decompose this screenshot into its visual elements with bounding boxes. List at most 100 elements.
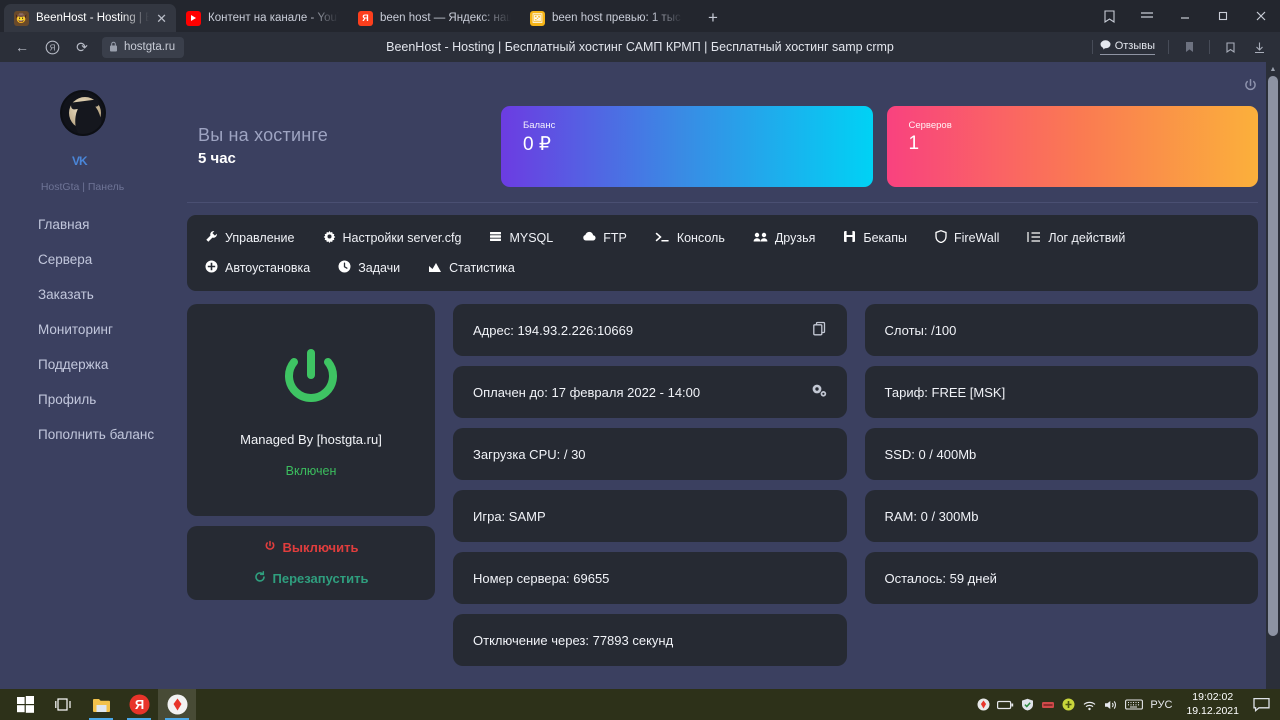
windows-icon[interactable] (6, 689, 44, 720)
restart-label: Перезапустить (272, 571, 369, 586)
collections-icon[interactable] (1217, 35, 1243, 59)
shutdown-label: Выключить (282, 540, 359, 555)
browser-tab-0[interactable]: 🤠 BeenHost - Hosting | Бе ✕ (4, 4, 176, 32)
copy-icon[interactable] (812, 321, 827, 339)
avatar[interactable] (59, 90, 106, 136)
net-icon[interactable] (1041, 699, 1055, 711)
clock-date: 19.12.2021 (1186, 704, 1239, 717)
keyboard-icon[interactable] (1125, 699, 1144, 710)
database-icon (489, 230, 502, 246)
tab-label: Бекапы (863, 231, 907, 245)
minimize-icon[interactable] (1166, 0, 1204, 32)
sidebar-item-topup[interactable]: Пополнить баланс (0, 417, 165, 452)
tab-friends[interactable]: Друзья (739, 223, 830, 253)
tab-server-cfg[interactable]: Настройки server.cfg (309, 223, 476, 253)
yandex-badge-icon[interactable]: Я (38, 35, 66, 59)
maximize-icon[interactable] (1204, 0, 1242, 32)
scroll-up-icon[interactable]: ▲ (1266, 62, 1280, 76)
vk-icon[interactable]: VK (72, 154, 94, 171)
defender-icon[interactable] (1021, 698, 1034, 711)
tab-autoinstall[interactable]: Автоустановка (191, 253, 324, 283)
balance-card[interactable]: Баланс 0 ₽ (501, 105, 873, 187)
address-bar: ← Я ⟳ hostgta.ru BeenHost - Hosting | Бе… (0, 32, 1280, 62)
separator (1209, 40, 1210, 54)
image-icon: 🖼 (530, 10, 545, 26)
tab-management[interactable]: Управление (191, 223, 309, 253)
menu-icon[interactable] (1128, 0, 1166, 32)
task-view-icon[interactable] (44, 689, 82, 720)
sidebar-item-profile[interactable]: Профиль (0, 382, 165, 417)
wifi-icon[interactable] (1082, 699, 1097, 711)
tab-close-icon[interactable]: ✕ (156, 12, 167, 25)
balance-label: Баланс (523, 119, 556, 131)
update-icon[interactable] (1062, 698, 1075, 711)
close-icon[interactable] (1242, 0, 1280, 32)
browser-tab-2[interactable]: Я been host — Яндекс: наш (348, 4, 520, 32)
new-tab-button[interactable]: + (698, 4, 728, 32)
info-text: SSD: 0 / 400Mb (884, 446, 977, 462)
collections-icon[interactable] (1090, 0, 1128, 32)
servers-card[interactable]: Серверов 1 (886, 105, 1258, 187)
language-indicator[interactable]: РУС (1150, 699, 1172, 711)
yandex-browser-icon[interactable]: Я (120, 689, 158, 720)
browser-tab-1[interactable]: Контент на канале - YouTu (176, 4, 348, 32)
sidebar-item-order[interactable]: Заказать (0, 277, 165, 312)
url-box[interactable]: hostgta.ru (102, 36, 185, 58)
dashboard-grid: Managed By [hostgta.ru] Включен Выключит… (187, 304, 1258, 676)
file-explorer-icon[interactable] (82, 689, 120, 720)
sidebar-item-home[interactable]: Главная (0, 207, 165, 242)
info-row-game: Игра: SAMP (453, 490, 847, 542)
restart-icon (254, 571, 266, 586)
scrollbar-thumb[interactable] (1268, 76, 1278, 636)
logout-row (187, 76, 1258, 98)
users-icon (753, 231, 768, 246)
panel-label: HostGta | Панель (40, 181, 125, 193)
clock-time: 19:02:02 (1192, 691, 1234, 704)
download-icon[interactable] (1246, 35, 1272, 59)
tab-firewall[interactable]: FireWall (921, 223, 1013, 253)
cloud-icon (581, 231, 596, 245)
sidebar-item-support[interactable]: Поддержка (0, 347, 165, 382)
power-icon[interactable] (273, 342, 349, 418)
info-text: RAM: 0 / 300Mb (884, 508, 979, 524)
power-column: Managed By [hostgta.ru] Включен Выключит… (187, 304, 435, 676)
greeting-line-1: Вы на хостинге (198, 125, 328, 145)
power-off-icon[interactable] (1243, 78, 1258, 97)
volume-icon[interactable] (1104, 699, 1118, 711)
sidebar-item-servers[interactable]: Сервера (0, 242, 165, 277)
tab-ftp[interactable]: FTP (567, 223, 641, 253)
info-row-paid-until: Оплачен до: 17 февраля 2022 - 14:00 (453, 366, 847, 418)
tab-label: Статистика (449, 261, 515, 275)
back-button[interactable]: ← (8, 35, 36, 59)
window-controls (1090, 0, 1280, 32)
shutdown-button[interactable]: Выключить (187, 540, 435, 555)
tab-tasks[interactable]: Задачи (324, 253, 414, 283)
wrench-icon (205, 230, 218, 246)
tab-mysql[interactable]: MYSQL (475, 223, 567, 253)
notifications-icon[interactable] (1253, 697, 1270, 712)
tab-backups[interactable]: Бекапы (829, 223, 921, 253)
sidebar-item-monitoring[interactable]: Мониторинг (0, 312, 165, 347)
yandex-tray-icon[interactable] (977, 698, 990, 711)
bookmark-icon[interactable] (1176, 35, 1202, 59)
sidebar-nav: Главная Сервера Заказать Мониторинг Подд… (0, 207, 165, 452)
svg-text:Я: Я (134, 697, 143, 712)
tab-statistics[interactable]: Статистика (414, 253, 529, 283)
battery-icon[interactable] (997, 700, 1014, 710)
reload-button[interactable]: ⟳ (68, 35, 96, 59)
shield-icon (935, 230, 947, 246)
browser-tab-3[interactable]: 🖼 been host превью: 1 тыс и (520, 4, 692, 32)
reviews-button[interactable]: Отзывы (1099, 39, 1155, 55)
address-bar-actions: Отзывы (1088, 35, 1272, 59)
taskbar-clock[interactable]: 19:02:02 19.12.2021 (1186, 691, 1239, 717)
yandex-browser-2-icon[interactable] (158, 689, 196, 720)
page-scrollbar[interactable]: ▲ (1266, 62, 1280, 689)
servers-value: 1 (908, 132, 920, 154)
page-viewport: VK HostGta | Панель Главная Сервера Зака… (0, 62, 1280, 689)
info-row-server-number: Номер сервера: 69655 (453, 552, 847, 604)
restart-button[interactable]: Перезапустить (187, 571, 435, 586)
settings-gears-icon[interactable] (811, 383, 827, 401)
tab-action-log[interactable]: Лог действий (1013, 223, 1139, 253)
tab-console[interactable]: Консоль (641, 223, 739, 253)
divider (187, 202, 1258, 203)
